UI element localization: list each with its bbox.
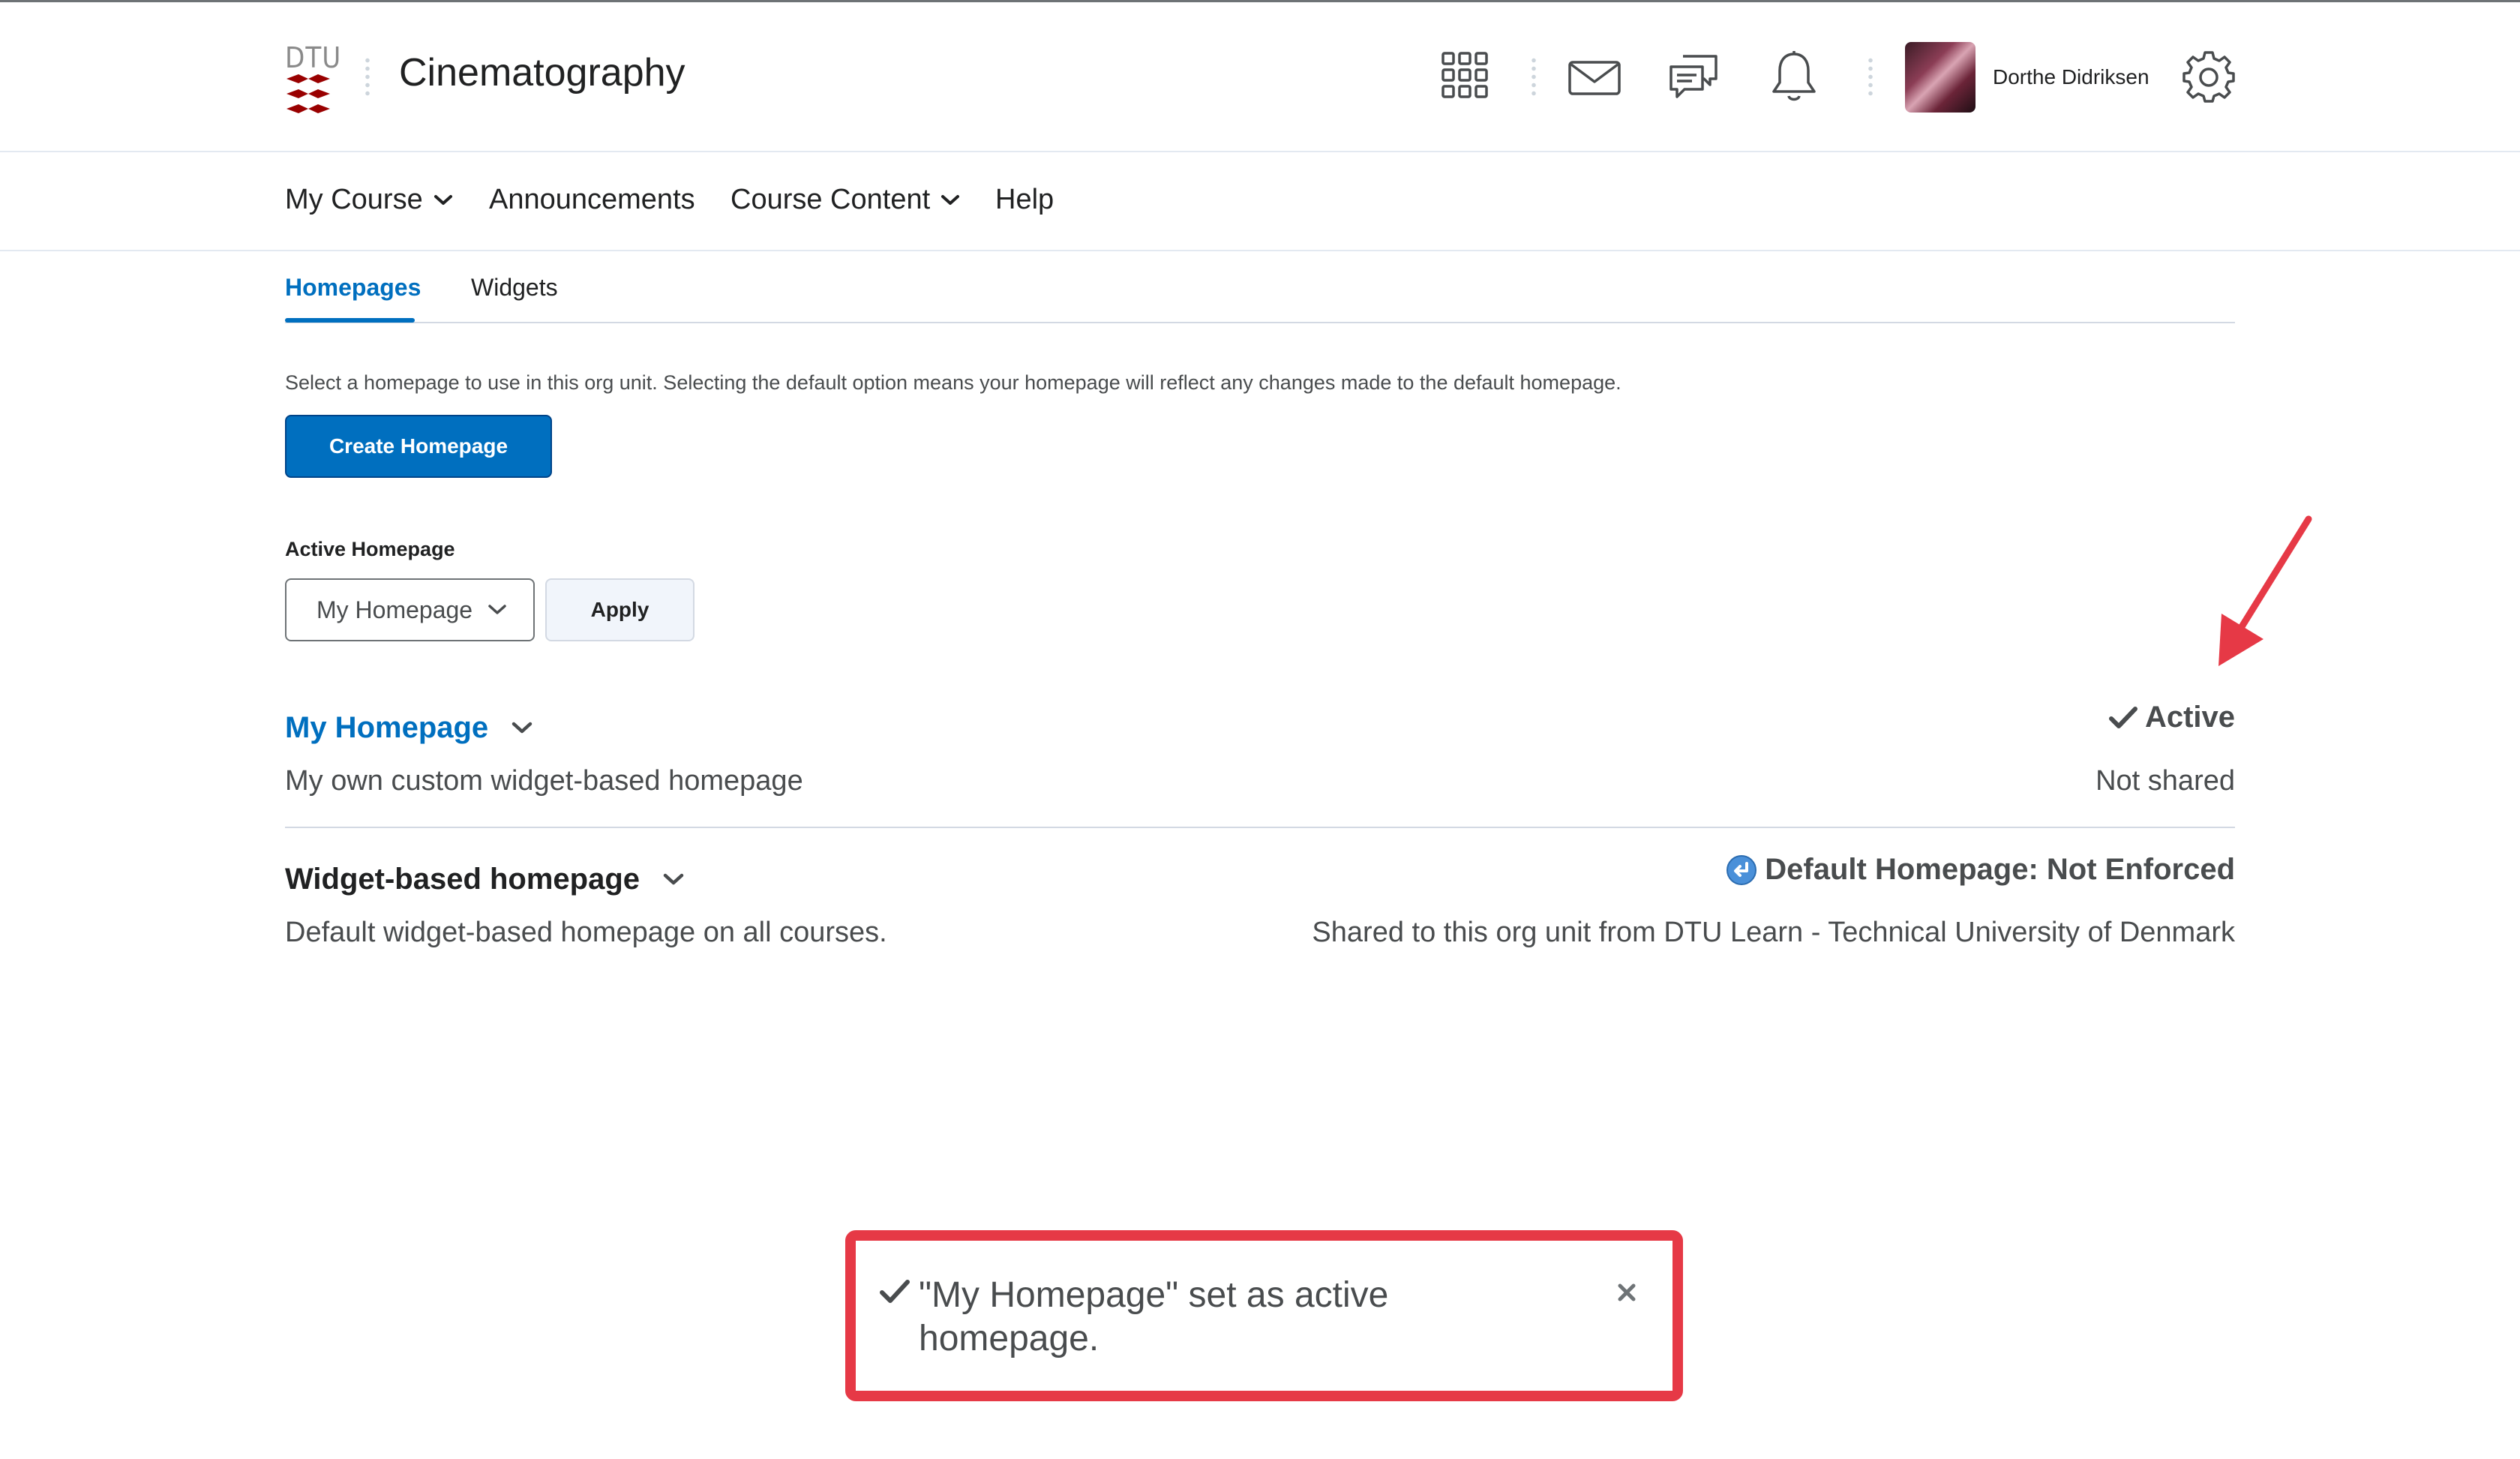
apply-button[interactable]: Apply [545,578,694,641]
chevron-down-icon [941,194,960,205]
nav-help[interactable]: Help [995,184,1054,216]
tab-divider [285,322,2235,323]
checkmark-icon [2108,706,2138,728]
dtu-logo-mark [286,74,330,113]
page-description: Select a homepage to use in this org uni… [285,371,1622,394]
header: DTU Cinematography Dorthe Didriksen [0,2,2520,152]
header-separator [365,56,370,98]
active-tab-indicator [285,318,415,323]
homepage-description: My own custom widget-based homepage [285,765,803,797]
course-title[interactable]: Cinematography [399,50,686,95]
dtu-logo[interactable]: DTU [285,41,342,113]
tab-homepages[interactable]: Homepages [285,274,421,302]
header-separator [1532,56,1536,98]
nav-course-content[interactable]: Course Content [730,184,960,216]
nav-item-label: Course Content [730,184,931,215]
select-value: My Homepage [316,596,473,623]
chevron-down-icon [488,605,506,614]
settings-gear-icon[interactable] [2182,50,2235,103]
homepage-title-text: My Homepage [285,711,489,744]
user-name[interactable]: Dorthe Didriksen [1993,65,2150,89]
checkmark-icon [880,1280,910,1303]
user-avatar[interactable] [1905,42,1976,113]
active-homepage-label: Active Homepage [285,538,455,560]
create-homepage-button[interactable]: Create Homepage [285,415,552,478]
row-divider [285,827,2235,828]
nav-my-course[interactable]: My Course [285,184,453,216]
homepage-description: Default widget-based homepage on all cou… [285,917,887,948]
header-separator [1868,56,1873,98]
active-homepage-select[interactable]: My Homepage [285,578,535,641]
chevron-down-icon[interactable] [662,873,685,887]
toast-message: "My Homepage" set as active homepage. [919,1275,1389,1358]
homepage-sharing: Shared to this org unit from DTU Learn -… [1312,917,2235,948]
homepage-status-active: Active [2108,701,2235,734]
notifications-bell-icon[interactable] [1771,50,1817,104]
chevron-down-icon [434,194,452,205]
course-selector-grid-icon[interactable] [1441,51,1489,99]
toast-notification: "My Homepage" set as active homepage. [845,1230,1683,1401]
homepage-status-default: Default Homepage: Not Enforced [1726,853,2235,887]
homepage-status-text: Default Homepage: Not Enforced [1765,853,2235,886]
nav-item-label: My Course [285,184,423,215]
homepage-title-text: Widget-based homepage [285,863,640,896]
annotation-arrow-icon [2218,515,2312,666]
tab-widgets[interactable]: Widgets [471,274,558,302]
homepage-title-widget-based[interactable]: Widget-based homepage [285,863,685,896]
logo-text: DTU [285,41,342,74]
homepage-title-my-homepage[interactable]: My Homepage [285,711,533,745]
mail-icon[interactable] [1568,61,1621,95]
nav-announcements[interactable]: Announcements [489,184,695,216]
chat-icon[interactable] [1668,52,1720,104]
chevron-down-icon[interactable] [511,722,533,735]
homepage-status-text: Active [2144,701,2235,734]
close-icon[interactable] [1617,1283,1636,1302]
nav-item-label: Announcements [489,184,695,215]
course-navbar: My Course Announcements Course Content H… [0,154,2520,251]
shared-inherited-icon [1726,854,1757,885]
nav-item-label: Help [995,184,1054,215]
homepage-sharing: Not shared [2096,765,2235,797]
